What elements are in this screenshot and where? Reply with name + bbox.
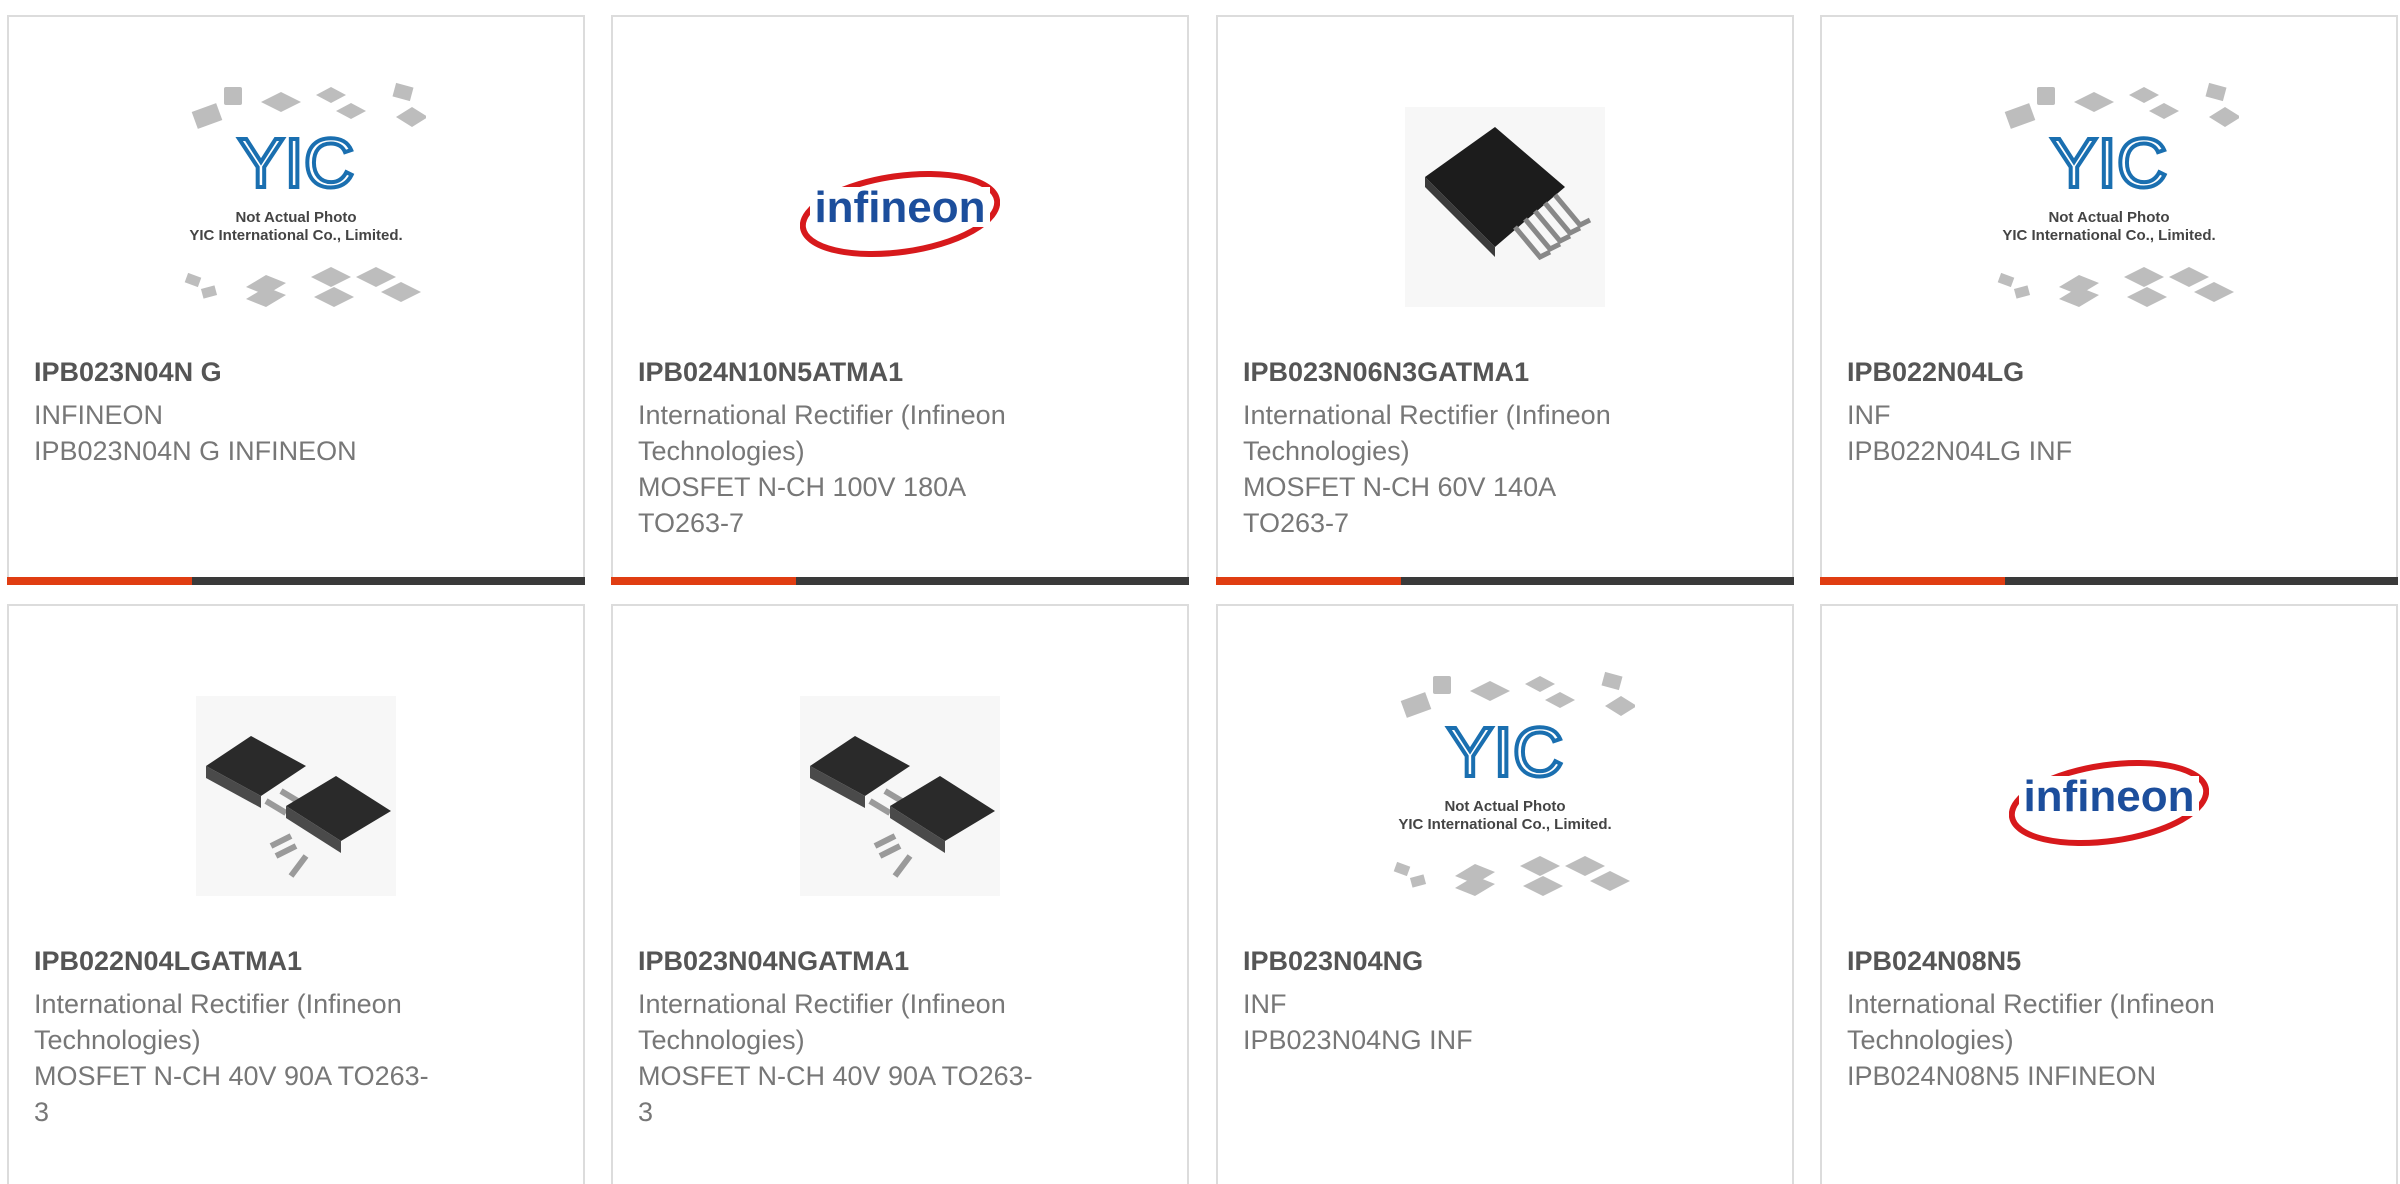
description-line: MOSFET N-CH 100V 180A [638,472,967,502]
product-card[interactable]: IPB023N04NGATMA1 International Rectifier … [611,604,1189,1184]
description-line: MOSFET N-CH 40V 90A TO263- [34,1061,429,1091]
product-description: INFINEON IPB023N04N G INFINEON [34,397,474,469]
product-media[interactable]: YIC Not Actual Photo YIC International C… [1218,666,1792,936]
product-title[interactable]: IPB024N08N5 [1847,946,2021,977]
description-line: International Rectifier (Infineon [1847,989,2215,1019]
description-line: IPB024N08N5 INFINEON [1847,1061,2157,1091]
yic-logo-text: YIC [238,124,355,202]
card-progress-bar [611,577,1189,585]
logo-text: infineon [814,183,985,232]
description-line: Technologies) [1847,1025,2014,1055]
card-progress-bar [7,577,585,585]
product-title[interactable]: IPB023N04NGATMA1 [638,946,909,977]
product-media[interactable] [9,666,583,936]
product-title[interactable]: IPB023N04N G [34,357,222,388]
description-line: INF [1847,400,1891,430]
yic-logo-text: YIC [2051,124,2168,202]
yic-logo-text: YIC [1447,713,1564,791]
card-progress-bar [1216,577,1794,585]
card-progress-accent [1820,577,2005,585]
to263-3-package-photo [196,696,396,896]
placeholder-image: YIC Not Actual Photo YIC International C… [166,77,426,327]
product-description: International Rectifier (Infineon Technol… [34,986,474,1130]
product-card[interactable]: infineon IPB024N08N5 International Rectif… [1820,604,2398,1184]
card-progress-accent [1216,577,1401,585]
to263-3-package-photo [800,696,1000,896]
product-description: International Rectifier (Infineon Technol… [1847,986,2287,1094]
description-line: TO263-7 [638,508,745,538]
logo-text: infineon [2023,772,2194,821]
description-line: International Rectifier (Infineon [638,989,1006,1019]
product-title[interactable]: IPB023N04NG [1243,946,1423,977]
infineon-logo: infineon [800,159,1000,269]
card-progress-accent [611,577,796,585]
description-line: Technologies) [638,436,805,466]
product-media[interactable]: infineon [1822,666,2396,936]
product-card[interactable]: YIC Not Actual Photo YIC International C… [1820,15,2398,585]
description-line: International Rectifier (Infineon [1243,400,1611,430]
card-progress-accent [7,577,192,585]
product-description: INF IPB022N04LG INF [1847,397,2287,469]
product-card[interactable]: IPB023N06N3GATMA1 International Rectifier… [1216,15,1794,585]
product-media[interactable]: YIC Not Actual Photo YIC International C… [9,77,583,347]
to263-7-package-photo [1405,107,1605,307]
yic-caption-line-1: Not Actual Photo [2048,209,2169,226]
product-title[interactable]: IPB023N06N3GATMA1 [1243,357,1529,388]
description-line: INF [1243,989,1287,1019]
description-line: IPB022N04LG INF [1847,436,2073,466]
yic-caption-line-1: Not Actual Photo [1444,798,1565,815]
yic-caption-line-2: YIC International Co., Limited. [2002,227,2215,244]
product-description: International Rectifier (Infineon Technol… [638,397,1078,541]
product-card[interactable]: YIC Not Actual Photo YIC International C… [7,15,585,585]
description-line: INFINEON [34,400,164,430]
description-line: MOSFET N-CH 40V 90A TO263- [638,1061,1033,1091]
description-line: International Rectifier (Infineon [34,989,402,1019]
product-title[interactable]: IPB022N04LG [1847,357,2024,388]
product-title[interactable]: IPB022N04LGATMA1 [34,946,302,977]
product-card[interactable]: YIC Not Actual Photo YIC International C… [1216,604,1794,1184]
description-line: Technologies) [1243,436,1410,466]
product-description: International Rectifier (Infineon Technol… [1243,397,1683,541]
description-line: IPB023N04N G INFINEON [34,436,357,466]
card-progress-bar [1820,577,2398,585]
description-line: TO263-7 [1243,508,1350,538]
yic-caption-line-2: YIC International Co., Limited. [189,227,402,244]
placeholder-image: YIC Not Actual Photo YIC International C… [1375,666,1635,916]
description-line: Technologies) [34,1025,201,1055]
yic-caption-line-1: Not Actual Photo [235,209,356,226]
product-media[interactable] [1218,77,1792,347]
product-card[interactable]: infineon IPB024N10N5ATMA1 International R… [611,15,1189,585]
product-media[interactable]: infineon [613,77,1187,347]
description-line: IPB023N04NG INF [1243,1025,1473,1055]
description-line: 3 [638,1097,654,1127]
placeholder-image: YIC Not Actual Photo YIC International C… [1979,77,2239,327]
description-line: 3 [34,1097,50,1127]
product-description: International Rectifier (Infineon Technol… [638,986,1078,1130]
product-description: INF IPB023N04NG INF [1243,986,1683,1058]
description-line: International Rectifier (Infineon [638,400,1006,430]
product-card[interactable]: IPB022N04LGATMA1 International Rectifier … [7,604,585,1184]
yic-caption-line-2: YIC International Co., Limited. [1398,816,1611,833]
product-media[interactable]: YIC Not Actual Photo YIC International C… [1822,77,2396,347]
description-line: Technologies) [638,1025,805,1055]
product-title[interactable]: IPB024N10N5ATMA1 [638,357,903,388]
infineon-logo: infineon [2009,748,2209,858]
product-media[interactable] [613,666,1187,936]
description-line: MOSFET N-CH 60V 140A [1243,472,1557,502]
